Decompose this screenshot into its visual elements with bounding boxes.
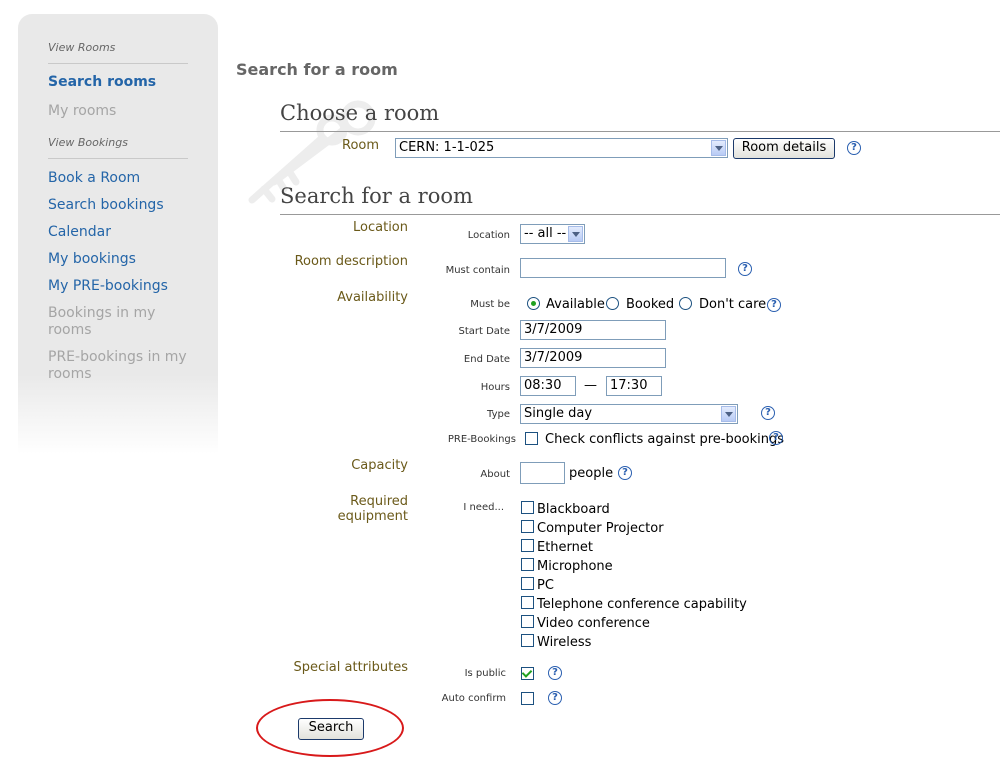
help-icon[interactable]: ? — [847, 141, 861, 155]
pre-bookings-label: PRE-Bookings — [447, 434, 516, 445]
type-label: Type — [487, 409, 510, 420]
category-location: Location — [353, 220, 408, 235]
sidebar-item-my-rooms: My rooms — [48, 103, 117, 119]
start-date-input[interactable]: 3/7/2009 — [520, 320, 666, 340]
capacity-about-label: About — [480, 469, 510, 480]
room-select[interactable]: CERN: 1-1-025 — [395, 138, 728, 158]
equipment-checkbox-blackboard[interactable] — [521, 501, 534, 514]
sidebar-section-view-bookings: View Bookings — [48, 136, 128, 149]
category-availability: Availability — [337, 290, 408, 305]
hours-separator: — — [584, 378, 597, 393]
pre-bookings-checkbox[interactable] — [525, 432, 538, 445]
equipment-label: Ethernet — [537, 540, 593, 555]
help-icon[interactable]: ? — [767, 298, 781, 312]
equipment-label: PC — [537, 578, 554, 593]
chevron-down-icon[interactable] — [568, 226, 583, 242]
sidebar: View Rooms Search rooms My rooms View Bo… — [18, 14, 218, 454]
is-public-label: Is public — [464, 668, 506, 679]
sidebar-item-my-bookings[interactable]: My bookings — [48, 251, 136, 267]
radio-available[interactable] — [527, 297, 540, 310]
sidebar-item-search-bookings[interactable]: Search bookings — [48, 197, 164, 213]
category-required-equipment: Required equipment — [337, 494, 408, 524]
auto-confirm-label: Auto confirm — [441, 693, 506, 704]
type-select[interactable]: Single day — [520, 404, 738, 424]
must-contain-input[interactable] — [520, 258, 726, 278]
room-select-value: CERN: 1-1-025 — [399, 140, 495, 155]
help-icon[interactable]: ? — [618, 466, 632, 480]
radio-booked[interactable] — [606, 297, 619, 310]
category-room-description: Room description — [294, 254, 408, 269]
equipment-checkbox-pc[interactable] — [521, 577, 534, 590]
sidebar-item-calendar[interactable]: Calendar — [48, 224, 111, 240]
location-select-value: -- all -- — [524, 226, 567, 241]
capacity-input[interactable] — [520, 462, 565, 484]
i-need-label: I need... — [463, 502, 504, 513]
start-date-label: Start Date — [458, 326, 510, 337]
equipment-checkbox-computer-projector[interactable] — [521, 520, 534, 533]
heading-divider — [280, 214, 1000, 215]
radio-dont-care-label: Don't care — [699, 297, 767, 312]
sidebar-item-pre-bookings-in-my-rooms: PRE-bookings in my rooms — [48, 349, 187, 382]
room-details-button[interactable]: Room details — [733, 138, 835, 159]
equipment-checkbox-microphone[interactable] — [521, 558, 534, 571]
auto-confirm-checkbox[interactable] — [521, 692, 534, 705]
sidebar-item-bookings-in-my-rooms: Bookings in my rooms — [48, 305, 156, 338]
help-icon[interactable]: ? — [761, 406, 775, 420]
sidebar-item-search-rooms[interactable]: Search rooms — [48, 74, 156, 90]
category-special-attributes: Special attributes — [293, 660, 408, 675]
radio-dont-care[interactable] — [679, 297, 692, 310]
chevron-down-icon[interactable] — [711, 140, 726, 156]
help-icon[interactable]: ? — [548, 691, 562, 705]
chevron-down-icon[interactable] — [721, 406, 736, 422]
sidebar-divider — [48, 158, 188, 159]
location-select[interactable]: -- all -- — [520, 224, 585, 244]
equipment-label: Blackboard — [537, 502, 610, 517]
sidebar-item-my-pre-bookings[interactable]: My PRE-bookings — [48, 278, 168, 294]
choose-room-heading: Choose a room — [280, 101, 440, 125]
type-select-value: Single day — [524, 406, 593, 421]
equipment-checkbox-telephone-conference[interactable] — [521, 596, 534, 609]
equipment-label: Video conference — [537, 616, 650, 631]
help-icon[interactable]: ? — [548, 666, 562, 680]
equipment-label: Wireless — [537, 635, 592, 650]
category-capacity: Capacity — [351, 458, 408, 473]
sidebar-item-book-a-room[interactable]: Book a Room — [48, 170, 140, 186]
hours-label: Hours — [480, 382, 510, 393]
page-title: Search for a room — [236, 60, 398, 79]
end-date-input[interactable]: 3/7/2009 — [520, 348, 666, 368]
pre-bookings-text: Check conflicts against pre-bookings — [545, 432, 785, 447]
capacity-unit: people — [569, 466, 614, 481]
equipment-checkbox-wireless[interactable] — [521, 634, 534, 647]
equipment-checkbox-ethernet[interactable] — [521, 539, 534, 552]
hours-from-input[interactable]: 08:30 — [520, 376, 576, 396]
sidebar-section-view-rooms: View Rooms — [48, 41, 116, 54]
equipment-checkbox-video-conference[interactable] — [521, 615, 534, 628]
annotation-circle — [256, 699, 404, 757]
location-label: Location — [467, 230, 510, 241]
must-be-label: Must be — [470, 299, 510, 310]
equipment-label: Computer Projector — [537, 521, 664, 536]
heading-divider — [280, 131, 1000, 132]
hours-to-input[interactable]: 17:30 — [606, 376, 662, 396]
must-contain-label: Must contain — [445, 265, 510, 276]
sidebar-divider — [48, 63, 188, 64]
equipment-label: Telephone conference capability — [537, 597, 747, 612]
help-icon[interactable]: ? — [738, 262, 752, 276]
end-date-label: End Date — [463, 354, 510, 365]
radio-booked-label: Booked — [626, 297, 675, 312]
room-label: Room — [342, 138, 380, 153]
equipment-label: Microphone — [537, 559, 613, 574]
is-public-checkbox[interactable] — [521, 667, 534, 680]
radio-available-label: Available — [546, 297, 605, 312]
help-icon[interactable]: ? — [769, 431, 783, 445]
search-room-heading: Search for a room — [280, 184, 473, 208]
